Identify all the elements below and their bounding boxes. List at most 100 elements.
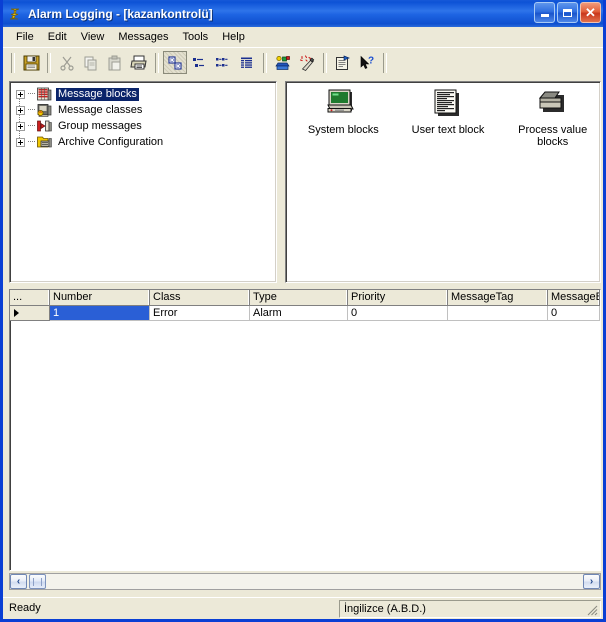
- title-bar[interactable]: Alarm Logging - [kazankontrolü] ✕: [3, 0, 603, 27]
- tree-connector-dots: [28, 141, 35, 143]
- cell-type[interactable]: Alarm: [250, 306, 348, 321]
- message-colors-button[interactable]: [271, 51, 295, 74]
- cell-priority[interactable]: 0: [348, 306, 448, 321]
- current-record-arrow-icon: [14, 309, 19, 317]
- toolbar-separator-5: [383, 52, 387, 73]
- menu-item-view[interactable]: View: [74, 29, 112, 46]
- list-item-label: System blocks: [307, 124, 379, 136]
- cell-number[interactable]: 1: [50, 306, 150, 321]
- navigation-tree-panel[interactable]: Message blocks Message classes Group mes…: [9, 81, 277, 283]
- tree-node-label: Message classes: [58, 103, 143, 116]
- resize-grip-icon[interactable]: [585, 603, 599, 617]
- message-classes-icon: [36, 103, 52, 118]
- toolbar-separator-2: [155, 52, 159, 73]
- grid-column-header-selector[interactable]: ...: [10, 290, 50, 306]
- close-icon: ✕: [585, 5, 596, 20]
- menu-item-tools[interactable]: Tools: [176, 29, 216, 46]
- context-help-button[interactable]: ?: [355, 51, 379, 74]
- cell-class[interactable]: Error: [150, 306, 250, 321]
- svg-text:D: D: [176, 64, 180, 70]
- view-small-icons-button[interactable]: [187, 51, 211, 74]
- close-button[interactable]: ✕: [580, 2, 601, 23]
- status-bar: Ready İngilizce (A.B.D.): [3, 597, 603, 619]
- print-button[interactable]: [127, 51, 151, 74]
- menu-item-messages[interactable]: Messages: [111, 29, 175, 46]
- menu-item-edit[interactable]: Edit: [41, 29, 74, 46]
- tree-node-group-messages[interactable]: Group messages: [12, 118, 276, 134]
- expand-icon[interactable]: [16, 89, 25, 99]
- toolbar-separator-4: [323, 52, 327, 73]
- scrollbar-track[interactable]: [46, 574, 583, 589]
- properties-button[interactable]: [331, 51, 355, 74]
- toolbar-separator-3: [263, 52, 267, 73]
- grid-column-header-messagetag[interactable]: MessageTag: [448, 290, 548, 306]
- copy-button[interactable]: [79, 51, 103, 74]
- horizontal-scrollbar[interactable]: ‹ ›: [9, 573, 601, 590]
- message-grid[interactable]: ... Number Class Type Priority MessageTa…: [9, 289, 601, 571]
- expand-icon[interactable]: [16, 137, 25, 147]
- menu-bar: File Edit View Messages Tools Help: [3, 27, 603, 47]
- tree-node-message-classes[interactable]: Message classes: [12, 102, 276, 118]
- minimize-icon: [540, 14, 549, 17]
- list-item-label: User text block: [411, 124, 485, 136]
- scrollbar-thumb[interactable]: [29, 574, 46, 589]
- status-language-text: İngilizce (A.B.D.): [344, 602, 426, 615]
- expand-icon[interactable]: [16, 105, 25, 115]
- wizard-button[interactable]: [295, 51, 319, 74]
- maximize-button[interactable]: [557, 2, 578, 23]
- process-value-blocks-icon: [536, 88, 570, 120]
- tree-connector-dots: [28, 109, 35, 111]
- caption-buttons: ✕: [534, 2, 601, 23]
- scroll-right-arrow-icon[interactable]: ›: [583, 574, 600, 589]
- view-list-button[interactable]: [211, 51, 235, 74]
- client-area: Message blocks Message classes Group mes…: [3, 77, 603, 597]
- maximize-icon: [563, 8, 572, 17]
- message-blocks-icon: [36, 87, 52, 102]
- menu-item-help[interactable]: Help: [215, 29, 252, 46]
- archive-configuration-icon: [36, 135, 52, 150]
- list-item-process-value-blocks[interactable]: Process value blocks: [505, 88, 600, 148]
- scroll-left-arrow-icon[interactable]: ‹: [10, 574, 27, 589]
- cell-messagebit[interactable]: 0: [548, 306, 600, 321]
- minimize-button[interactable]: [534, 2, 555, 23]
- tree-node-label: Group messages: [58, 119, 142, 132]
- grid-column-header-messagebit[interactable]: MessageB: [548, 290, 600, 306]
- view-large-icons-button[interactable]: D D: [163, 51, 187, 74]
- status-message: Ready: [9, 601, 41, 614]
- svg-text:?: ?: [368, 55, 374, 66]
- tree-node-label: Archive Configuration: [58, 135, 164, 148]
- application-window: Alarm Logging - [kazankontrolü] ✕ File E…: [0, 0, 606, 622]
- grid-column-header-priority[interactable]: Priority: [348, 290, 448, 306]
- list-item-user-text-block[interactable]: User text block: [401, 88, 496, 148]
- tree-node-archive-configuration[interactable]: Archive Configuration: [12, 134, 276, 150]
- table-row[interactable]: 1 Error Alarm 0 0: [10, 306, 600, 321]
- expand-icon[interactable]: [16, 121, 25, 131]
- user-text-block-icon: [431, 88, 465, 120]
- toolbar-gripper: [11, 52, 15, 73]
- grid-header-row: ... Number Class Type Priority MessageTa…: [10, 290, 600, 306]
- tree-node-label: Message blocks: [56, 87, 139, 101]
- tree-connector-dots: [28, 93, 35, 95]
- group-messages-icon: [36, 119, 52, 134]
- scrollbar-grip-icon: [33, 577, 42, 586]
- row-selector-cell[interactable]: [10, 306, 50, 321]
- cut-button[interactable]: [55, 51, 79, 74]
- list-item-label: Process value blocks: [518, 124, 588, 148]
- blocks-list: System blocks User text block Process va…: [286, 82, 600, 148]
- list-item-system-blocks[interactable]: System blocks: [296, 88, 391, 148]
- paste-button[interactable]: [103, 51, 127, 74]
- system-blocks-icon: [326, 88, 360, 120]
- view-details-button[interactable]: [235, 51, 259, 74]
- toolbar: D D ?: [3, 47, 603, 77]
- svg-text:D: D: [170, 58, 174, 64]
- tree-node-message-blocks[interactable]: Message blocks: [12, 86, 276, 102]
- blocks-list-panel[interactable]: System blocks User text block Process va…: [285, 81, 601, 283]
- grid-column-header-class[interactable]: Class: [150, 290, 250, 306]
- simatic-s-icon: [7, 6, 23, 22]
- menu-item-file[interactable]: File: [9, 29, 41, 46]
- grid-column-header-number[interactable]: Number: [50, 290, 150, 306]
- save-button[interactable]: [19, 51, 43, 74]
- grid-column-header-type[interactable]: Type: [250, 290, 348, 306]
- window-title: Alarm Logging - [kazankontrolü]: [28, 6, 213, 21]
- cell-messagetag[interactable]: [448, 306, 548, 321]
